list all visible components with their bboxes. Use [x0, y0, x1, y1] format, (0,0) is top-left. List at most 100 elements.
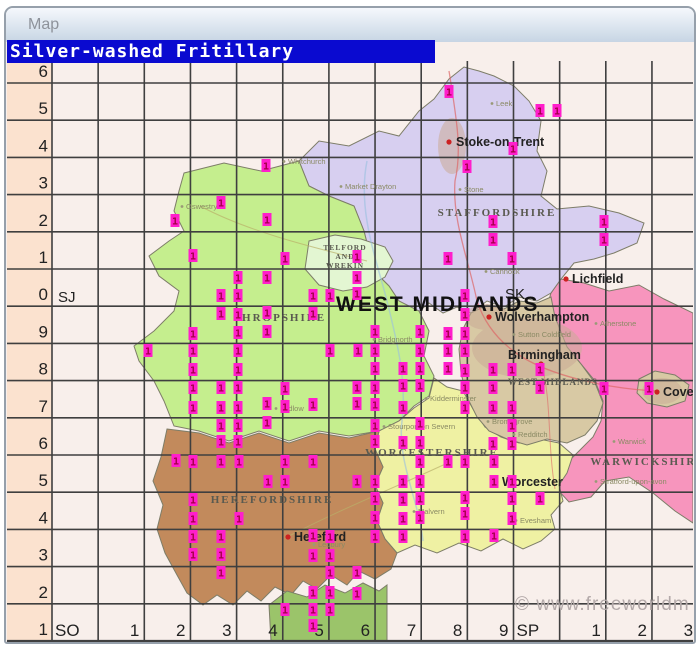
record-marker[interactable]: 1 [399, 493, 408, 507]
record-marker[interactable]: 1 [263, 397, 272, 411]
record-marker[interactable]: 1 [353, 271, 362, 285]
record-marker[interactable]: 1 [353, 250, 362, 264]
record-marker[interactable]: 1 [217, 289, 226, 303]
record-marker[interactable]: 1 [416, 455, 425, 469]
record-marker[interactable]: 1 [508, 437, 517, 451]
record-marker[interactable]: 1 [309, 289, 318, 303]
record-marker[interactable]: 1 [326, 289, 335, 303]
record-marker[interactable]: 1 [399, 379, 408, 393]
record-marker[interactable]: 1 [490, 475, 499, 489]
record-marker[interactable]: 1 [281, 455, 290, 469]
record-marker[interactable]: 1 [189, 381, 198, 395]
record-marker[interactable]: 1 [645, 382, 654, 396]
record-marker[interactable]: 1 [399, 362, 408, 376]
record-marker[interactable]: 1 [263, 213, 272, 227]
record-marker[interactable]: 1 [217, 566, 226, 580]
record-marker[interactable]: 1 [536, 104, 545, 118]
record-marker[interactable]: 1 [371, 362, 380, 376]
record-marker[interactable]: 1 [353, 381, 362, 395]
record-marker[interactable]: 1 [508, 492, 517, 506]
record-marker[interactable]: 1 [189, 401, 198, 415]
record-marker[interactable]: 1 [489, 401, 498, 415]
record-marker[interactable]: 1 [353, 587, 362, 601]
record-marker[interactable]: 1 [536, 381, 545, 395]
record-marker[interactable]: 1 [399, 436, 408, 450]
record-marker[interactable]: 1 [416, 325, 425, 339]
record-marker[interactable]: 1 [489, 437, 498, 451]
record-marker[interactable]: 1 [489, 215, 498, 229]
record-marker[interactable]: 1 [353, 287, 362, 301]
record-marker[interactable]: 1 [234, 271, 243, 285]
record-marker[interactable]: 1 [416, 362, 425, 376]
record-marker[interactable]: 1 [172, 454, 181, 468]
record-marker[interactable]: 1 [416, 436, 425, 450]
record-marker[interactable]: 1 [309, 603, 318, 617]
record-marker[interactable]: 1 [399, 401, 408, 415]
record-marker[interactable]: 1 [461, 507, 470, 521]
record-marker[interactable]: 1 [326, 549, 335, 563]
record-marker[interactable]: 1 [371, 530, 380, 544]
record-marker[interactable]: 1 [600, 233, 609, 247]
record-marker[interactable]: 1 [416, 417, 425, 431]
record-marker[interactable]: 1 [189, 548, 198, 562]
record-marker[interactable]: 1 [217, 419, 226, 433]
record-marker[interactable]: 1 [189, 363, 198, 377]
record-marker[interactable]: 1 [444, 327, 453, 341]
record-marker[interactable]: 1 [189, 249, 198, 263]
record-marker[interactable]: 1 [309, 398, 318, 412]
record-marker[interactable]: 1 [309, 549, 318, 563]
record-marker[interactable]: 1 [445, 85, 454, 99]
record-marker[interactable]: 1 [508, 512, 517, 526]
record-marker[interactable]: 1 [416, 492, 425, 506]
record-marker[interactable]: 1 [264, 475, 273, 489]
record-marker[interactable]: 1 [353, 566, 362, 580]
map-canvas[interactable]: 6543210987654321SO123456789SP123SJSKSTAF… [7, 61, 693, 643]
record-marker[interactable]: 1 [217, 530, 226, 544]
record-marker[interactable]: 1 [399, 512, 408, 526]
record-marker[interactable]: 1 [326, 603, 335, 617]
record-marker[interactable]: 1 [490, 529, 499, 543]
record-marker[interactable]: 1 [309, 307, 318, 321]
record-marker[interactable]: 1 [217, 307, 226, 321]
record-marker[interactable]: 1 [309, 619, 318, 633]
record-marker[interactable]: 1 [189, 327, 198, 341]
record-marker[interactable]: 1 [508, 419, 517, 433]
record-marker[interactable]: 1 [234, 289, 243, 303]
record-marker[interactable]: 1 [508, 401, 517, 415]
record-marker[interactable]: 1 [489, 233, 498, 247]
record-marker[interactable]: 1 [309, 586, 318, 600]
record-marker[interactable]: 1 [371, 381, 380, 395]
record-marker[interactable]: 1 [371, 475, 380, 489]
record-marker[interactable]: 1 [371, 398, 380, 412]
record-marker[interactable]: 1 [189, 493, 198, 507]
record-marker[interactable]: 1 [326, 586, 335, 600]
record-marker[interactable]: 1 [234, 401, 243, 415]
record-marker[interactable]: 1 [326, 566, 335, 580]
record-marker[interactable]: 1 [217, 381, 226, 395]
record-marker[interactable]: 1 [444, 455, 453, 469]
record-marker[interactable]: 1 [234, 381, 243, 395]
record-marker[interactable]: 1 [461, 530, 470, 544]
record-marker[interactable]: 1 [354, 344, 363, 358]
record-marker[interactable]: 1 [217, 435, 226, 449]
record-marker[interactable]: 1 [189, 344, 198, 358]
record-marker[interactable]: 1 [461, 491, 470, 505]
record-marker[interactable]: 1 [461, 289, 470, 303]
record-marker[interactable]: 1 [490, 455, 499, 469]
record-marker[interactable]: 1 [416, 379, 425, 393]
record-marker[interactable]: 1 [416, 475, 425, 489]
record-marker[interactable]: 1 [489, 381, 498, 395]
record-marker[interactable]: 1 [536, 492, 545, 506]
record-marker[interactable]: 1 [262, 159, 271, 173]
record-marker[interactable]: 1 [189, 512, 198, 526]
record-marker[interactable]: 1 [281, 400, 290, 414]
record-marker[interactable]: 1 [217, 401, 226, 415]
record-marker[interactable]: 1 [553, 104, 562, 118]
record-marker[interactable]: 1 [217, 548, 226, 562]
record-marker[interactable]: 1 [263, 416, 272, 430]
record-marker[interactable]: 1 [371, 419, 380, 433]
record-marker[interactable]: 1 [234, 363, 243, 377]
record-marker[interactable]: 1 [281, 603, 290, 617]
record-marker[interactable]: 1 [461, 364, 470, 378]
record-marker[interactable]: 1 [371, 511, 380, 525]
